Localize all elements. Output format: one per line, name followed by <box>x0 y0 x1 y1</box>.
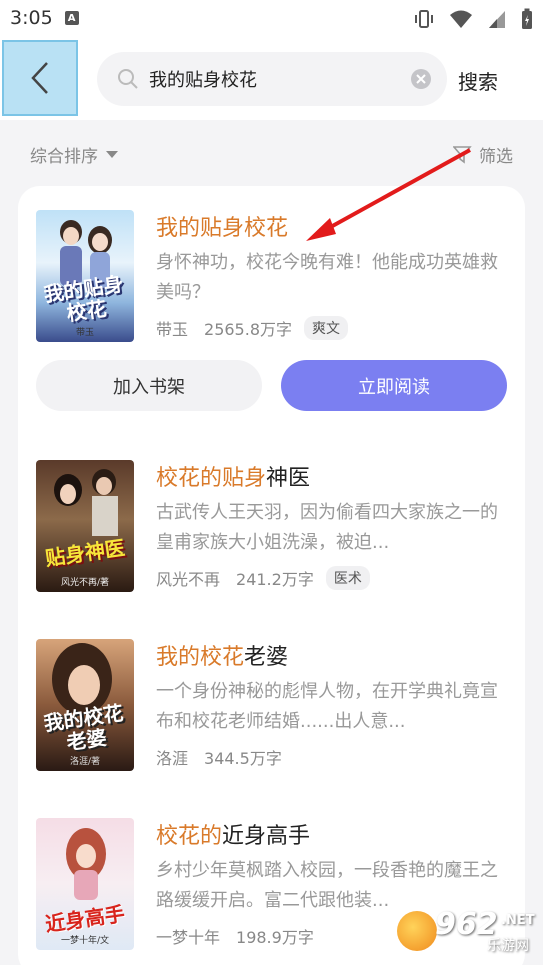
book-meta: 洛涯 344.5万字 <box>156 745 506 769</box>
cover-author: 风光不再/著 <box>60 578 110 588</box>
read-now-button[interactable]: 立即阅读 <box>281 360 507 411</box>
watermark-logo: 962 .NET 乐游网 <box>397 903 537 959</box>
book-word-count: 241.2万字 <box>236 570 314 589</box>
book-title[interactable]: 校花的贴身神医 <box>156 460 506 491</box>
status-icons <box>413 8 533 30</box>
book-cover[interactable]: 贴身神医 风光不再/著 <box>36 460 134 592</box>
cover-author: 一梦十年/文 <box>60 936 110 946</box>
book-word-count: 344.5万字 <box>204 749 282 768</box>
back-button[interactable] <box>2 40 78 116</box>
book-cover[interactable]: 我的贴身校花 带玉 <box>36 210 134 342</box>
search-input[interactable] <box>149 52 399 106</box>
cover-author: 洛涯/著 <box>69 757 101 767</box>
book-author: 一梦十年 <box>156 928 221 947</box>
status-bar: 3:05 A <box>0 0 543 36</box>
notification-a-icon: A <box>64 11 79 25</box>
book-meta: 带玉 2565.8万字 爽文 <box>156 316 506 340</box>
list-item[interactable]: 我的校花老婆 洛涯/著 我的校花老婆 一个身份神秘的彪悍人物，在开学典礼竟宣布和… <box>36 639 506 771</box>
status-time: 3:05 <box>10 7 53 29</box>
caret-down-icon <box>106 151 118 158</box>
signal-icon <box>489 11 505 28</box>
search-button[interactable]: 搜索 <box>458 66 498 95</box>
search-header: 搜索 <box>0 36 543 120</box>
book-tag: 爽文 <box>304 316 349 340</box>
book-title[interactable]: 我的校花老婆 <box>156 639 506 670</box>
book-cover[interactable]: 近身高手 一梦十年/文 <box>36 818 134 950</box>
add-to-shelf-button[interactable]: 加入书架 <box>36 360 262 411</box>
sort-label: 综合排序 <box>30 147 98 167</box>
book-author: 洛涯 <box>156 749 189 768</box>
search-icon <box>118 69 138 89</box>
results-card: 我的贴身校花 带玉 我的贴身校花 身怀神功，校花今晚有难！他能成功英雄救美吗？ … <box>18 148 525 965</box>
list-item[interactable]: 贴身神医 风光不再/著 校花的贴身神医 古武传人王天羽，因为偷看四大家族之一的皇… <box>36 460 506 592</box>
clear-icon[interactable] <box>411 69 431 89</box>
book-tag: 医术 <box>325 566 370 590</box>
book-word-count: 198.9万字 <box>236 928 314 947</box>
wifi-icon <box>450 10 472 28</box>
book-description: 古武传人王天羽，因为偷看四大家族之一的皇甫家族大小姐洗澡，被迫... <box>156 502 498 553</box>
book-title[interactable]: 校花的近身高手 <box>156 818 506 849</box>
cover-author: 带玉 <box>75 328 94 338</box>
book-description: 身怀神功，校花今晚有难！他能成功英雄救美吗？ <box>156 252 498 303</box>
book-description: 一个身份神秘的彪悍人物，在开学典礼竟宣布和校花老师结婚......出人意... <box>156 681 498 732</box>
book-author: 风光不再 <box>156 570 221 589</box>
battery-icon <box>522 8 532 29</box>
book-info: 我的校花老婆 一个身份神秘的彪悍人物，在开学典礼竟宣布和校花老师结婚......… <box>156 639 506 769</box>
chevron-left-icon <box>31 62 48 94</box>
book-meta: 风光不再 241.2万字 医术 <box>156 566 506 590</box>
logo-icon <box>397 911 437 951</box>
book-word-count: 2565.8万字 <box>204 320 293 339</box>
filter-label: 筛选 <box>479 147 513 167</box>
search-box[interactable] <box>97 52 447 106</box>
sort-dropdown[interactable]: 综合排序 <box>30 142 118 167</box>
annotation-arrow-icon <box>306 148 471 241</box>
book-cover[interactable]: 我的校花老婆 洛涯/著 <box>36 639 134 771</box>
book-info: 校花的贴身神医 古武传人王天羽，因为偷看四大家族之一的皇甫家族大小姐洗澡，被迫.… <box>156 460 506 590</box>
book-author: 带玉 <box>156 320 189 339</box>
vibrate-icon <box>415 10 433 28</box>
